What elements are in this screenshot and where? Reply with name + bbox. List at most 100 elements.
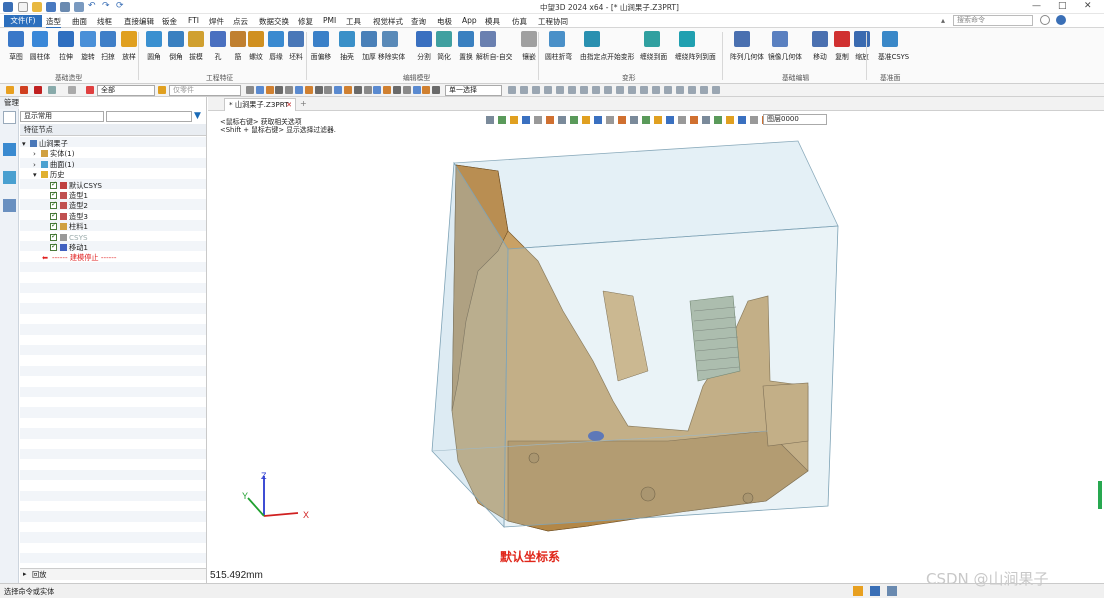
- ribbon-button-2[interactable]: 拉伸: [54, 31, 78, 69]
- tree-checkbox[interactable]: [50, 190, 57, 199]
- ribbon-button-8[interactable]: 拔模: [184, 31, 208, 69]
- toolbar-icon-19[interactable]: [432, 86, 441, 94]
- toolbar-icon-16[interactable]: [402, 86, 411, 94]
- ribbon-button-14[interactable]: 面偏移: [309, 31, 333, 69]
- snap-icon-13[interactable]: [664, 86, 672, 94]
- toolbar-icon-11[interactable]: [353, 86, 362, 94]
- new-file-icon[interactable]: [18, 2, 28, 12]
- tree-item-label[interactable]: 柱料1: [69, 222, 88, 232]
- snap-icon-4[interactable]: [556, 86, 564, 94]
- tree-item-label[interactable]: 山涧果子: [39, 139, 68, 149]
- toolbar-icon-17[interactable]: [412, 86, 421, 94]
- ribbon-button-27[interactable]: 阵列几何体: [730, 31, 764, 69]
- select-mode-combo[interactable]: 单一选择: [445, 85, 502, 96]
- ribbon-button-28[interactable]: 镜像几何体: [768, 31, 802, 69]
- toolbar-icon-6[interactable]: [304, 86, 313, 94]
- menu-item-15[interactable]: App: [462, 16, 477, 25]
- status-icon-1[interactable]: [853, 586, 863, 596]
- snap-icon-1[interactable]: [520, 86, 528, 94]
- ribbon-button-32[interactable]: 基准CSYS: [878, 31, 909, 69]
- tree-item-label[interactable]: 实体(1): [50, 149, 75, 159]
- ribbon-button-31[interactable]: 缩放: [850, 31, 874, 69]
- tree-item-label[interactable]: ------ 建模停止 ------: [52, 253, 116, 263]
- tree-checkbox[interactable]: [50, 232, 57, 241]
- manager-tab-icon[interactable]: [3, 111, 16, 124]
- toolbar-icon-4[interactable]: [285, 86, 294, 94]
- new-tab-icon[interactable]: +: [300, 99, 307, 108]
- menu-item-10[interactable]: PMI: [323, 16, 336, 25]
- snap-icon-10[interactable]: [628, 86, 636, 94]
- tree-filter-icon[interactable]: ▼: [194, 111, 201, 121]
- toolbar-icon-9[interactable]: [334, 86, 343, 94]
- menu-item-2[interactable]: 线框: [97, 16, 112, 27]
- tab-close-icon[interactable]: ✕: [286, 99, 292, 111]
- menu-item-5[interactable]: FTI: [188, 16, 199, 25]
- snap-icon-7[interactable]: [592, 86, 600, 94]
- snap-icon-14[interactable]: [676, 86, 684, 94]
- tree-item-label[interactable]: 曲面(1): [50, 160, 75, 170]
- close-icon[interactable]: ✕: [1084, 1, 1092, 11]
- toolbar-icon-10[interactable]: [344, 86, 352, 94]
- print-icon[interactable]: [60, 2, 70, 12]
- toolbar-icon-3[interactable]: [275, 86, 284, 94]
- filter-funnel-icon[interactable]: [86, 86, 94, 94]
- refresh-icon[interactable]: [68, 86, 76, 94]
- toolbar-icon-8[interactable]: [324, 86, 333, 94]
- snap-icon-16[interactable]: [700, 86, 708, 94]
- menu-item-13[interactable]: 查询: [411, 16, 426, 27]
- toolbar-icon-14[interactable]: [383, 86, 392, 94]
- snap-icon-2[interactable]: [532, 86, 540, 94]
- tree-expand-icon[interactable]: ›: [33, 149, 36, 158]
- ribbon-button-25[interactable]: 缠绕到面: [640, 31, 667, 69]
- online-icon[interactable]: [1056, 15, 1066, 25]
- collapse-ribbon-icon[interactable]: ▴: [941, 16, 945, 25]
- menu-item-12[interactable]: 视觉样式: [373, 16, 403, 27]
- tree-checkbox[interactable]: [50, 200, 57, 210]
- view-tab-icon[interactable]: [3, 143, 16, 156]
- tree-checkbox[interactable]: [50, 211, 57, 220]
- tree-item-label[interactable]: 造型2: [69, 201, 88, 211]
- toolbar-icon-1[interactable]: [255, 86, 264, 94]
- ribbon-button-6[interactable]: 圆角: [142, 31, 166, 69]
- ribbon-button-15[interactable]: 抽壳: [335, 31, 359, 69]
- menu-item-1[interactable]: 曲面: [72, 16, 87, 27]
- tree-item-label[interactable]: 造型3: [69, 212, 88, 222]
- snap-icon-0[interactable]: [508, 86, 516, 94]
- ribbon-button-26[interactable]: 缠绕阵列到面: [675, 31, 716, 69]
- snap-icon-6[interactable]: [580, 86, 588, 94]
- toolbar-icon-7[interactable]: [314, 86, 323, 94]
- playback-bar[interactable]: ▸ 回放: [20, 568, 206, 580]
- save-all-icon[interactable]: [74, 2, 84, 12]
- ribbon-button-21[interactable]: 解析自-自交: [476, 31, 512, 69]
- menu-item-6[interactable]: 焊件: [209, 16, 224, 27]
- line-icon[interactable]: [34, 86, 42, 94]
- toolbar-icon-12[interactable]: [363, 86, 372, 94]
- snap-icon-9[interactable]: [616, 86, 624, 94]
- menu-item-7[interactable]: 点云: [233, 16, 248, 27]
- snap-icon-11[interactable]: [640, 86, 648, 94]
- ribbon-button-23[interactable]: 圆柱折弯: [545, 31, 572, 69]
- toolbar-icon-15[interactable]: [393, 86, 401, 94]
- toolbar-icon-13[interactable]: [373, 86, 382, 94]
- menu-item-9[interactable]: 修复: [298, 16, 313, 27]
- tree-expand-icon[interactable]: ›: [33, 160, 36, 169]
- open-file-icon[interactable]: [32, 2, 42, 12]
- ribbon-button-13[interactable]: 坯料: [284, 31, 308, 69]
- tree-checkbox[interactable]: [50, 180, 57, 189]
- redo-icon[interactable]: ↷: [102, 2, 112, 12]
- tree-checkbox[interactable]: [50, 221, 57, 231]
- tree-item-label[interactable]: 造型1: [69, 191, 88, 201]
- menu-item-8[interactable]: 数据交换: [259, 16, 289, 27]
- stop-arrow-icon[interactable]: ⬅: [42, 253, 48, 262]
- undo-icon[interactable]: ↶: [88, 2, 98, 12]
- status-icon-2[interactable]: [870, 586, 880, 596]
- snap-icon-12[interactable]: [652, 86, 660, 94]
- status-icon-3[interactable]: [887, 586, 897, 596]
- toolbar-icon-0[interactable]: [246, 86, 254, 94]
- menu-item-17[interactable]: 仿真: [512, 16, 527, 27]
- filter-combo[interactable]: 全部: [97, 85, 155, 96]
- tree-item-label[interactable]: CSYS: [69, 233, 88, 242]
- toolbar-icon-2[interactable]: [265, 86, 274, 94]
- ribbon-button-1[interactable]: 圆柱体: [28, 31, 52, 69]
- menu-item-4[interactable]: 钣金: [162, 16, 177, 27]
